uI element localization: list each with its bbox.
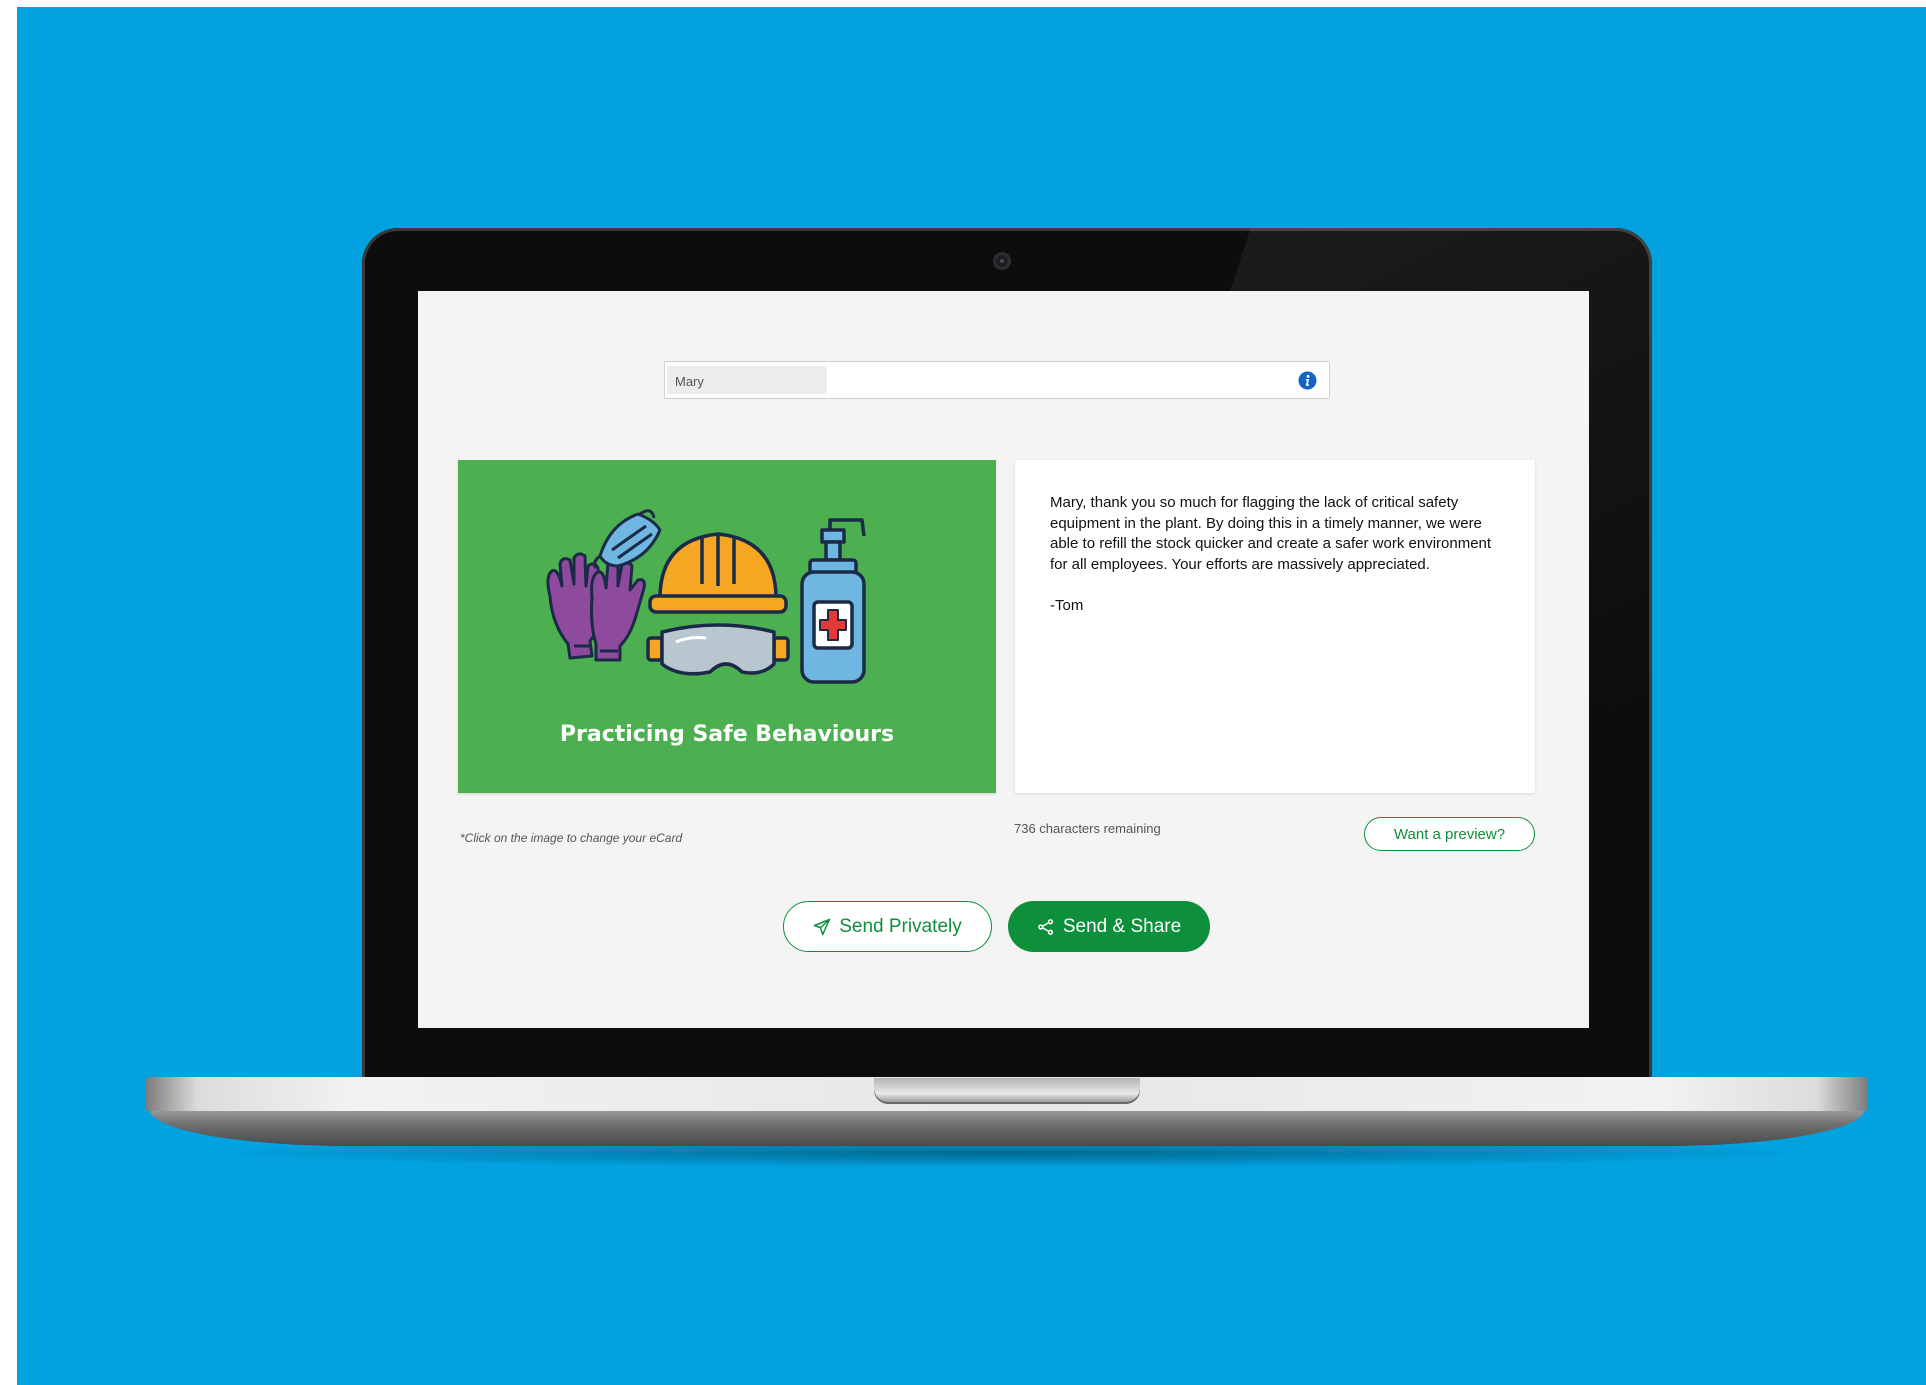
preview-button[interactable]: Want a preview?	[1364, 817, 1535, 851]
ecard-image[interactable]: Practicing Safe Behaviours	[458, 460, 996, 793]
laptop-notch	[874, 1078, 1140, 1104]
face-mask-icon	[593, 509, 662, 569]
app-screen: Practicing Safe Behaviours Mary, thank y…	[418, 291, 1589, 1028]
ecard-hint: *Click on the image to change your eCard	[460, 831, 683, 845]
send-share-label: Send & Share	[1062, 915, 1182, 937]
hand-sanitizer-icon	[800, 518, 866, 684]
ecard-title: Practicing Safe Behaviours	[559, 722, 895, 747]
recipient-field[interactable]	[664, 361, 1330, 399]
webcam	[993, 252, 1011, 270]
share-icon	[1037, 918, 1053, 935]
send-share-button[interactable]: Send & Share	[1008, 901, 1210, 952]
message-text[interactable]: Mary, thank you so much for flagging the…	[1050, 493, 1500, 616]
recipient-input[interactable]	[675, 368, 975, 394]
hard-hat-icon	[648, 532, 788, 614]
send-privately-label: Send Privately	[839, 915, 962, 937]
laptop-base-bottom	[150, 1110, 1864, 1146]
characters-remaining: 736 characters remaining	[1014, 821, 1161, 836]
safety-goggles-icon	[646, 623, 790, 676]
info-icon[interactable]	[1298, 371, 1317, 390]
send-privately-button[interactable]: Send Privately	[783, 901, 992, 952]
paper-plane-icon	[813, 918, 831, 935]
message-textarea[interactable]: Mary, thank you so much for flagging the…	[1015, 460, 1535, 793]
gloves-icon	[546, 552, 646, 662]
